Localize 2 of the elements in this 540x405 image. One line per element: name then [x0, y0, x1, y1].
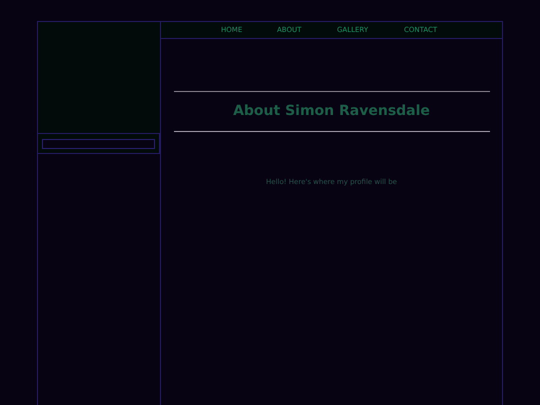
input-field[interactable]	[42, 138, 155, 148]
page-heading: About Simon Ravensdale	[233, 102, 430, 121]
